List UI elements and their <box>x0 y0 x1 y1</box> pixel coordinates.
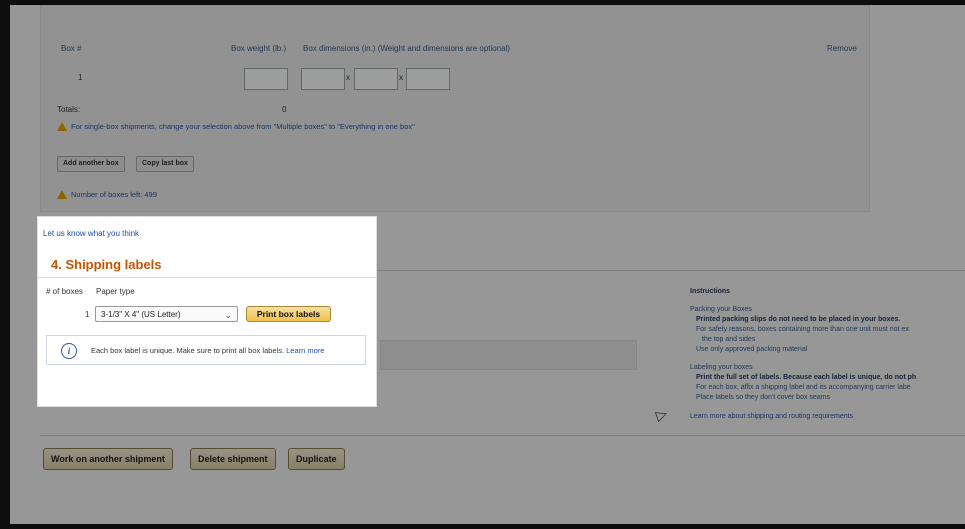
add-another-box-button[interactable]: Add another box <box>57 156 125 172</box>
info-icon: i <box>61 343 77 359</box>
label-info-box: i Each box label is unique. Make sure to… <box>46 335 366 365</box>
label-info-message: Each box label is unique. Make sure to p… <box>91 346 285 355</box>
labeling-item: Print the full set of labels. Because ea… <box>696 374 917 381</box>
info-row-background <box>380 340 637 370</box>
box-weight-input[interactable] <box>244 68 288 90</box>
paper-type-select[interactable]: 3-1/3" X 4" (US Letter) ⌄ <box>95 306 238 322</box>
warning-icon <box>57 122 67 131</box>
totals-value: 0 <box>282 105 287 114</box>
work-on-another-shipment-button[interactable]: Work on another shipment <box>43 448 173 470</box>
duplicate-button[interactable]: Duplicate <box>288 448 345 470</box>
labeling-title: Labeling your boxes <box>690 364 753 371</box>
packing-title: Packing your Boxes <box>690 306 752 313</box>
boxes-count-value: 1 <box>85 310 90 319</box>
label-info-text: Each box label is unique. Make sure to p… <box>91 346 324 355</box>
paper-type-value: 3-1/3" X 4" (US Letter) <box>101 310 181 319</box>
shipping-requirements-link[interactable]: Learn more about shipping and routing re… <box>690 412 965 422</box>
section-divider <box>40 435 965 436</box>
boxes-left-text: Number of boxes left: 499 <box>71 190 157 199</box>
totals-label: Totals: <box>57 105 81 114</box>
labeling-item: For each box, affix a shipping label and… <box>696 384 911 391</box>
shipping-labels-panel: Let us know what you think 4. Shipping l… <box>38 217 376 406</box>
delete-shipment-button[interactable]: Delete shipment <box>190 448 276 470</box>
labeling-item: Place labels so they don't cover box sea… <box>696 394 831 401</box>
box-number-header: Box # <box>61 44 82 53</box>
feedback-link[interactable]: Let us know what you think <box>43 229 139 238</box>
learn-more-link[interactable]: Learn more <box>286 346 324 355</box>
shipping-labels-title: 4. Shipping labels <box>51 257 162 272</box>
remove-header: Remove <box>827 44 857 53</box>
packing-item: Use only approved packing material <box>696 346 808 353</box>
box-weight-header: Box weight (lb.) <box>231 44 287 53</box>
box-row-number: 1 <box>78 73 83 82</box>
dim-separator: x <box>399 73 403 82</box>
packing-item: For safety reasons, boxes containing mor… <box>696 326 909 333</box>
boxes-panel: Box # Box weight (lb.) Box dimensions (i… <box>40 5 870 212</box>
box-height-input[interactable] <box>406 68 450 90</box>
warning-icon <box>57 190 67 199</box>
instructions-title: Instructions <box>690 288 731 295</box>
single-box-warning: For single-box shipments, change your se… <box>57 122 415 131</box>
chevron-down-icon: ⌄ <box>224 310 232 320</box>
title-divider <box>38 277 376 278</box>
print-box-labels-button[interactable]: Print box labels <box>246 306 331 322</box>
boxes-left-notice: Number of boxes left: 499 <box>57 190 157 199</box>
boxes-count-header: # of boxes <box>46 287 83 296</box>
paper-type-header: Paper type <box>96 287 135 296</box>
mouse-cursor-icon: ▷ <box>653 404 670 424</box>
box-width-input[interactable] <box>354 68 398 90</box>
box-dimensions-header: Box dimensions (in.) (Weight and dimensi… <box>303 44 511 53</box>
packing-item: Printed packing slips do not need to be … <box>696 316 901 323</box>
box-length-input[interactable] <box>301 68 345 90</box>
packing-item: the top and sides <box>702 336 756 343</box>
instructions-panel: Instructions Packing your Boxes Printed … <box>690 287 965 422</box>
copy-last-box-button[interactable]: Copy last box <box>136 156 194 172</box>
single-box-warning-text: For single-box shipments, change your se… <box>71 122 415 131</box>
dim-separator: x <box>346 73 350 82</box>
